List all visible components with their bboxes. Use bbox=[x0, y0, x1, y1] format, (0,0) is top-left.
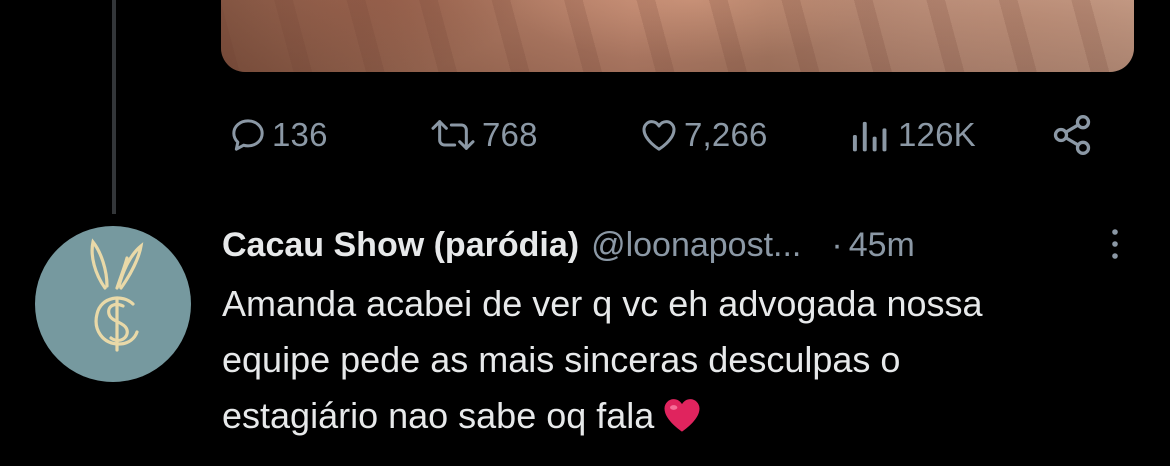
tweet-action-bar: 136 768 7,266 126K bbox=[0, 112, 1170, 158]
thread-line bbox=[112, 0, 116, 214]
separator-dot: · bbox=[831, 225, 843, 264]
bunny-logo-icon bbox=[90, 238, 144, 352]
tweet-text-line: Amanda acabei de ver q vc eh advogada no… bbox=[222, 283, 983, 324]
views-icon bbox=[848, 115, 894, 155]
more-vertical-icon bbox=[1112, 229, 1118, 259]
user-handle[interactable]: @loonapost... bbox=[591, 226, 801, 265]
retweet-count: 768 bbox=[482, 116, 538, 153]
reply-icon bbox=[228, 115, 268, 155]
views-button[interactable]: 126K bbox=[848, 112, 976, 158]
reply-button[interactable]: 136 bbox=[228, 112, 328, 158]
tweet-timestamp[interactable]: 45m bbox=[849, 226, 915, 265]
like-button[interactable]: 7,266 bbox=[638, 112, 768, 158]
like-count: 7,266 bbox=[684, 116, 768, 153]
share-icon bbox=[1050, 113, 1094, 157]
media-image-texture bbox=[221, 0, 1134, 72]
share-button[interactable] bbox=[1050, 112, 1094, 158]
views-count: 126K bbox=[898, 116, 976, 153]
more-options-button[interactable] bbox=[1103, 224, 1127, 268]
tweet-text-line-last: estagiário nao sabe oq fala bbox=[222, 388, 1132, 450]
tweet-text-fragment: estagiário nao sabe oq fala bbox=[222, 395, 655, 436]
reply-count: 136 bbox=[272, 116, 328, 153]
tweet-media-image[interactable] bbox=[221, 0, 1134, 72]
display-name[interactable]: Cacau Show (paródia) bbox=[222, 226, 579, 265]
tweet-text: Amanda acabei de ver q vc eh advogada no… bbox=[222, 276, 1132, 450]
retweet-button[interactable]: 768 bbox=[428, 112, 538, 158]
like-icon bbox=[638, 115, 680, 155]
tweet-header: Cacau Show (paródia) @loonapost... · 45m bbox=[222, 222, 1122, 268]
avatar[interactable] bbox=[35, 226, 191, 382]
red-heart-emoji-icon bbox=[662, 394, 702, 450]
retweet-icon bbox=[428, 115, 478, 155]
tweet-text-line: equipe pede as mais sinceras desculpas o bbox=[222, 339, 901, 380]
